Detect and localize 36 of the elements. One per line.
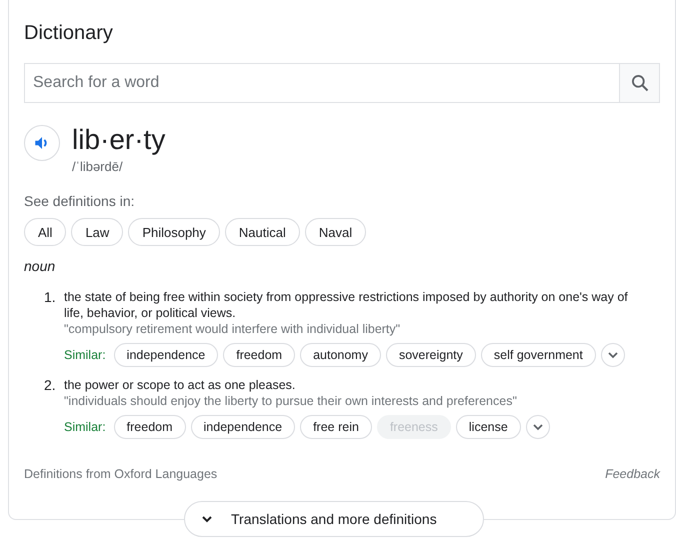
domain-chip[interactable]: Naval xyxy=(304,218,366,246)
expand-button[interactable] xyxy=(526,415,550,439)
synonym-chip[interactable]: free rein xyxy=(300,415,372,439)
search-field[interactable]: Search for a word xyxy=(24,63,619,103)
feedback-link[interactable]: Feedback xyxy=(605,467,660,481)
pronounce-button[interactable] xyxy=(24,125,60,161)
example-sentence: "compulsory retirement would interfere with individual liberty" xyxy=(64,321,402,337)
definition-text: the state of being free within society from oppressive restrictions imposed by authority on one's way of life, behavior, or political views. xyxy=(64,289,629,321)
see-definitions-label: See definitions in: xyxy=(24,193,136,209)
card-title: Dictionary xyxy=(24,22,114,45)
pronunciation: /ˈlibərdē/ xyxy=(72,159,124,174)
source-note: Definitions from Oxford Languages xyxy=(24,467,218,481)
synonym-chip[interactable]: freedom xyxy=(114,415,186,439)
synonym-chip[interactable]: independence xyxy=(190,415,296,439)
synonym-chip[interactable]: autonomy xyxy=(300,343,381,367)
expand-button[interactable] xyxy=(600,343,625,367)
similar-label: Similar: xyxy=(64,348,106,362)
synonym-chip[interactable]: self government xyxy=(480,343,596,367)
search-button[interactable] xyxy=(619,63,660,103)
more-definitions-button[interactable]: Translations and more definitions xyxy=(184,501,484,537)
definition-number: 2. xyxy=(44,377,57,395)
search-icon xyxy=(630,73,650,93)
part-of-speech: noun xyxy=(24,258,56,274)
headword: lib·er·ty xyxy=(72,124,166,156)
synonym-chip[interactable]: independence xyxy=(114,343,218,367)
synonym-chip[interactable]: license xyxy=(456,415,521,439)
domain-chip[interactable]: Philosophy xyxy=(128,218,220,246)
similar-label: Similar: xyxy=(64,420,106,434)
synonym-chip[interactable]: sovereignty xyxy=(386,343,476,367)
definition-number: 1. xyxy=(44,289,57,307)
domain-chip[interactable]: Nautical xyxy=(224,218,300,246)
domain-chip[interactable]: All xyxy=(24,218,66,246)
domain-chip[interactable]: Law xyxy=(71,218,124,246)
definition-text: the power or scope to act as one pleases. xyxy=(64,377,296,393)
example-sentence: "individuals should enjoy the liberty to pursue their own interests and preferences" xyxy=(64,393,518,409)
synonym-chip[interactable]: freedom xyxy=(223,343,296,367)
